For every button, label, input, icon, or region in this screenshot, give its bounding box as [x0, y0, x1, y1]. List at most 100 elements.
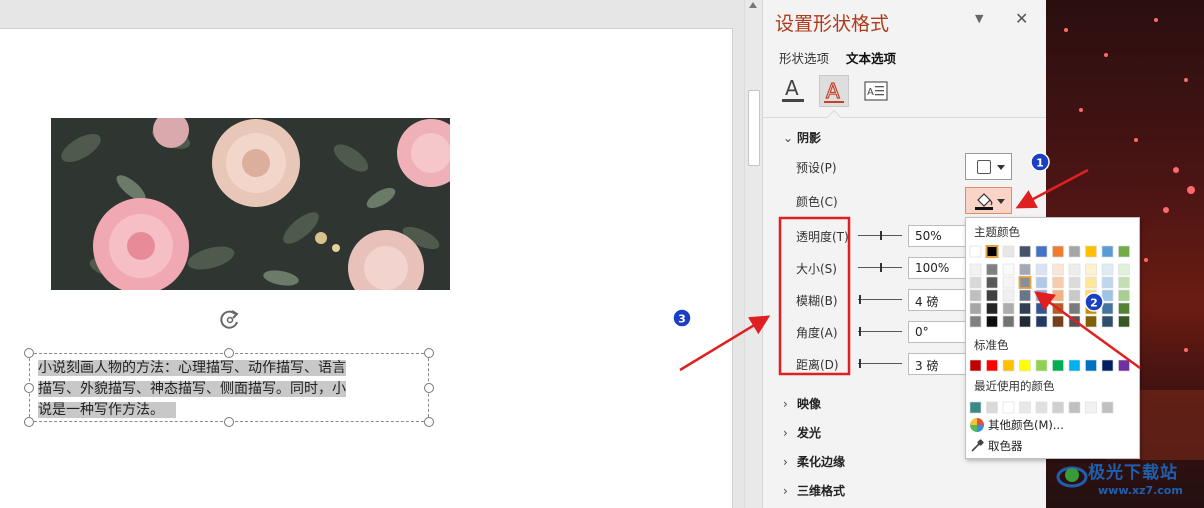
text-layout-icon[interactable]: A	[862, 75, 892, 107]
color-swatch[interactable]	[1101, 302, 1114, 315]
pane-options-chevron-icon[interactable]: ▼	[975, 12, 983, 25]
resize-handle[interactable]	[424, 417, 434, 427]
color-swatch[interactable]	[1035, 289, 1048, 302]
distance-slider[interactable]	[858, 363, 902, 364]
resize-handle[interactable]	[424, 383, 434, 393]
color-swatch[interactable]	[1068, 245, 1081, 258]
scrollbar-thumb[interactable]	[748, 90, 760, 166]
color-swatch[interactable]	[1002, 302, 1015, 315]
color-swatch[interactable]	[1019, 359, 1031, 372]
color-swatch[interactable]	[1019, 245, 1031, 258]
color-swatch[interactable]	[1118, 263, 1130, 276]
color-swatch[interactable]	[1052, 401, 1064, 414]
color-swatch[interactable]	[1052, 263, 1064, 276]
color-swatch[interactable]	[1085, 289, 1097, 302]
textbox-content[interactable]: 小说刻画人物的方法：心理描写、动作描写、语言 描写、外貌描写、神态描写、侧面描写…	[38, 358, 412, 421]
tab-shape-options[interactable]: 形状选项	[779, 48, 829, 67]
color-swatch[interactable]	[1085, 245, 1097, 258]
color-swatch[interactable]	[1019, 263, 1031, 276]
resize-handle[interactable]	[24, 348, 34, 358]
theme-color-grid[interactable]	[966, 242, 1141, 328]
scroll-up-icon[interactable]	[749, 2, 757, 8]
color-swatch[interactable]	[985, 245, 999, 258]
color-swatch[interactable]	[986, 315, 998, 328]
section-reflection[interactable]: › 映像	[783, 395, 821, 412]
color-swatch[interactable]	[986, 276, 998, 289]
color-swatch[interactable]	[1052, 245, 1064, 258]
recent-color-row[interactable]	[966, 400, 1141, 416]
color-swatch[interactable]	[1101, 315, 1114, 328]
selected-textbox[interactable]: 小说刻画人物的方法：心理描写、动作描写、语言 描写、外貌描写、神态描写、侧面描写…	[24, 348, 434, 427]
color-swatch[interactable]	[1002, 401, 1015, 414]
color-swatch[interactable]	[1118, 302, 1130, 315]
flower-image[interactable]	[51, 118, 450, 290]
resize-handle[interactable]	[24, 383, 34, 393]
color-swatch[interactable]	[1052, 302, 1064, 315]
color-swatch[interactable]	[1118, 289, 1130, 302]
shadow-color-button[interactable]	[965, 187, 1012, 214]
more-colors-menu-item[interactable]: 其他颜色(M)...	[970, 417, 1064, 433]
color-swatch[interactable]	[986, 302, 998, 315]
section-glow[interactable]: › 发光	[783, 424, 821, 441]
color-swatch[interactable]	[969, 245, 982, 258]
color-swatch[interactable]	[1035, 315, 1048, 328]
color-swatch[interactable]	[969, 263, 982, 276]
standard-color-row[interactable]	[966, 358, 1141, 374]
color-swatch[interactable]	[1085, 276, 1097, 289]
color-swatch[interactable]	[1068, 359, 1081, 372]
color-swatch[interactable]	[969, 302, 982, 315]
color-swatch[interactable]	[969, 276, 982, 289]
color-swatch[interactable]	[1068, 289, 1081, 302]
resize-handle[interactable]	[424, 348, 434, 358]
blur-slider-thumb[interactable]	[859, 295, 861, 304]
color-swatch[interactable]	[1052, 359, 1064, 372]
color-swatch[interactable]	[969, 401, 982, 414]
text-fill-icon[interactable]: A	[778, 75, 808, 107]
color-swatch[interactable]	[1052, 276, 1064, 289]
color-swatch[interactable]	[1052, 315, 1064, 328]
color-swatch[interactable]	[1068, 302, 1081, 315]
color-swatch[interactable]	[1035, 302, 1048, 315]
close-icon[interactable]: ✕	[1015, 9, 1028, 28]
color-swatch[interactable]	[1035, 401, 1048, 414]
color-swatch[interactable]	[1085, 401, 1097, 414]
size-slider-thumb[interactable]	[880, 263, 882, 272]
distance-slider-thumb[interactable]	[859, 359, 861, 368]
preset-dropdown[interactable]	[965, 153, 1012, 180]
text-effects-icon[interactable]: A	[819, 75, 849, 107]
color-swatch[interactable]	[1035, 276, 1048, 289]
color-swatch[interactable]	[986, 289, 998, 302]
color-swatch[interactable]	[1035, 263, 1048, 276]
color-swatch[interactable]	[1019, 289, 1031, 302]
color-swatch[interactable]	[1085, 302, 1097, 315]
color-swatch[interactable]	[1085, 315, 1097, 328]
color-swatch[interactable]	[1019, 315, 1031, 328]
color-swatch[interactable]	[969, 315, 982, 328]
color-swatch[interactable]	[1101, 359, 1114, 372]
color-swatch[interactable]	[1101, 401, 1114, 414]
color-swatch[interactable]	[1019, 302, 1031, 315]
color-swatch[interactable]	[986, 263, 998, 276]
color-swatch[interactable]	[1002, 359, 1015, 372]
color-swatch[interactable]	[1068, 401, 1081, 414]
color-swatch[interactable]	[1101, 263, 1114, 276]
color-swatch[interactable]	[1118, 315, 1130, 328]
color-swatch[interactable]	[986, 401, 998, 414]
slide[interactable]: 小说刻画人物的方法：心理描写、动作描写、语言 描写、外貌描写、神态描写、侧面描写…	[0, 28, 733, 508]
angle-slider-thumb[interactable]	[859, 327, 861, 336]
rotate-handle-icon[interactable]	[217, 308, 243, 332]
section-3d-format[interactable]: › 三维格式	[783, 482, 845, 499]
color-swatch[interactable]	[1002, 315, 1015, 328]
color-swatch[interactable]	[986, 359, 998, 372]
resize-handle[interactable]	[24, 417, 34, 427]
color-swatch[interactable]	[1002, 289, 1015, 302]
color-swatch[interactable]	[1068, 276, 1081, 289]
tab-text-options[interactable]: 文本选项	[846, 48, 896, 67]
color-swatch[interactable]	[1019, 401, 1031, 414]
color-swatch[interactable]	[1002, 276, 1015, 289]
color-swatch[interactable]	[1085, 359, 1097, 372]
color-swatch[interactable]	[1035, 359, 1048, 372]
blur-slider[interactable]	[858, 299, 902, 300]
angle-slider[interactable]	[858, 331, 902, 332]
color-swatch[interactable]	[969, 359, 982, 372]
